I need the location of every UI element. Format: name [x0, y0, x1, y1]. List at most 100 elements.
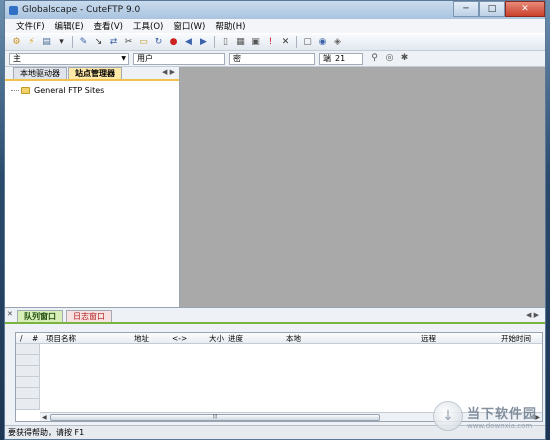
maximize-button[interactable]: □ — [479, 1, 505, 17]
select-icon[interactable]: ↘ — [93, 37, 104, 48]
port-label: 端 — [323, 54, 331, 63]
col-size[interactable]: 大小 — [202, 333, 224, 344]
scroll-thumb[interactable]: ⦙⦙⦙ — [50, 413, 380, 421]
folder-icon — [21, 87, 30, 94]
edit-icon[interactable]: ✎ — [78, 37, 89, 48]
tab-prev-icon[interactable]: ◀ — [162, 68, 167, 76]
tab-site-manager[interactable]: 站点管理器 — [68, 67, 122, 79]
new-file-icon[interactable]: ▯ — [220, 37, 231, 48]
col-number[interactable]: # — [28, 334, 42, 343]
watermark-cn: 当下软件园 — [466, 406, 537, 422]
transfer-icon[interactable]: ⇄ — [108, 37, 119, 48]
toolbar-separator — [214, 36, 215, 48]
username-field[interactable]: 用户 — [133, 52, 225, 65]
port-field[interactable]: 端 21 — [319, 52, 363, 65]
col-address[interactable]: 地址 — [130, 333, 168, 344]
status-text: 要获得帮助，请按 F1 — [8, 428, 85, 437]
queue-row-header — [16, 344, 39, 355]
remote-pane[interactable] — [180, 67, 545, 307]
disconnect-icon[interactable]: ◎ — [384, 53, 395, 64]
forward-icon[interactable]: ▶ — [198, 37, 209, 48]
menu-edit[interactable]: 编辑(E) — [50, 20, 89, 32]
col-remote[interactable]: 远程 — [417, 333, 497, 344]
rename-icon[interactable]: ▢ — [302, 37, 313, 48]
app-window: Globalscape - CuteFTP 9.0 ─ □ ✕ 文件(F) 编辑… — [4, 0, 546, 440]
window-title: Globalscape - CuteFTP 9.0 — [22, 5, 141, 15]
tab-log-window[interactable]: 日志窗口 — [66, 310, 112, 322]
scroll-left-icon[interactable]: ◀ — [42, 414, 47, 421]
tab-nav: ◀ ▶ — [162, 68, 175, 76]
tree-item-label: General FTP Sites — [34, 86, 105, 95]
quick-connect-bar: 主 ▼ 用户 密 端 21 ⚲ ◎ ✱ — [5, 51, 545, 67]
properties-icon[interactable]: ▣ — [250, 37, 261, 48]
host-field[interactable]: 主 ▼ — [9, 52, 129, 65]
main-area: 本地驱动器 站点管理器 ◀ ▶ General FTP Sites — [5, 67, 545, 307]
tree-item-general-ftp-sites[interactable]: General FTP Sites — [11, 85, 173, 96]
scissors-icon[interactable]: ✂ — [123, 37, 134, 48]
chevron-down-icon[interactable]: ▼ — [121, 55, 126, 62]
app-icon — [9, 5, 18, 15]
globe-icon[interactable]: ◉ — [317, 37, 328, 48]
queue-tab-nav: ◀ ▶ — [526, 311, 539, 319]
main-toolbar: ⚙ ⚡ ▤ ▾ ✎ ↘ ⇄ ✂ ▭ ↻ ● ◀ ▶ ▯ ▦ ▣! ✕ ▢ ◉ ◈ — [5, 33, 545, 51]
dropdown-arrow-icon[interactable]: ▾ — [56, 37, 67, 48]
tab-local-drives[interactable]: 本地驱动器 — [13, 67, 67, 79]
tab-queue-window[interactable]: 队列窗口 — [17, 310, 63, 322]
scroll-grip-icon: ⦙⦙⦙ — [212, 413, 218, 420]
col-item-name[interactable]: 项目名称 — [42, 333, 130, 344]
watermark-text: 当下软件园 www.downxia.com — [467, 403, 537, 430]
tree-connector — [11, 90, 19, 91]
window-controls: ─ □ ✕ — [453, 1, 545, 17]
title-bar[interactable]: Globalscape - CuteFTP 9.0 ─ □ ✕ — [5, 1, 545, 19]
queue-row-header — [16, 355, 39, 366]
quick-connect-icon[interactable]: ⚡ — [26, 37, 37, 48]
queue-row-header — [16, 377, 39, 388]
col-start-time[interactable]: 开始时间 — [497, 333, 541, 344]
settings-icon[interactable]: ✱ — [399, 53, 410, 64]
refresh-icon[interactable]: ↻ — [153, 37, 164, 48]
exclamation-icon[interactable]: ! — [265, 37, 276, 48]
queue-prev-icon[interactable]: ◀ — [526, 311, 531, 319]
view-icon[interactable]: ▦ — [235, 37, 246, 48]
connect-icon[interactable]: ⚲ — [369, 53, 380, 64]
watermark: ↓ 当下软件园 www.downxia.com — [432, 401, 537, 431]
menu-window[interactable]: 窗口(W) — [168, 20, 210, 32]
tab-next-icon[interactable]: ▶ — [170, 68, 175, 76]
queue-row-header — [16, 388, 39, 399]
col-slash[interactable]: / — [16, 334, 28, 343]
password-label: 密 — [233, 54, 241, 63]
delete-icon[interactable]: ✕ — [280, 37, 291, 48]
menu-help[interactable]: 帮助(H) — [210, 20, 250, 32]
left-pane: 本地驱动器 站点管理器 ◀ ▶ General FTP Sites — [5, 67, 180, 307]
back-icon[interactable]: ◀ — [183, 37, 194, 48]
toolbar-separator — [296, 36, 297, 48]
new-site-icon[interactable]: ▤ — [41, 37, 52, 48]
queue-next-icon[interactable]: ▶ — [534, 311, 539, 319]
col-direction[interactable]: <-> — [168, 334, 202, 343]
password-field[interactable]: 密 — [229, 52, 315, 65]
col-progress[interactable]: 进度 — [224, 333, 282, 344]
watermark-arrow-icon: ↓ — [442, 408, 454, 424]
username-label: 用户 — [137, 54, 153, 63]
shield-icon[interactable]: ◈ — [332, 37, 343, 48]
queue-header: / # 项目名称 地址 <-> 大小 进度 本地 远程 开始时间 — [16, 333, 542, 344]
watermark-logo-icon: ↓ — [432, 401, 463, 431]
folder-icon[interactable]: ▭ — [138, 37, 149, 48]
port-value: 21 — [335, 54, 346, 63]
col-local[interactable]: 本地 — [282, 333, 417, 344]
queue-row-header — [16, 399, 39, 410]
menu-file[interactable]: 文件(F) — [11, 20, 50, 32]
close-button[interactable]: ✕ — [505, 1, 545, 17]
host-label: 主 — [13, 54, 21, 63]
stop-icon[interactable]: ● — [168, 37, 179, 48]
connect-wizard-icon[interactable]: ⚙ — [11, 37, 22, 48]
menu-tools[interactable]: 工具(O) — [128, 20, 168, 32]
minimize-button[interactable]: ─ — [453, 1, 479, 17]
queue-row-gutter — [16, 344, 40, 410]
queue-tabs: 队列窗口 日志窗口 ◀ ▶ — [5, 308, 545, 324]
site-tree: General FTP Sites — [5, 81, 179, 307]
menu-view[interactable]: 查看(V) — [89, 20, 128, 32]
watermark-url: www.downxia.com — [466, 421, 533, 430]
menu-bar: 文件(F) 编辑(E) 查看(V) 工具(O) 窗口(W) 帮助(H) — [5, 19, 545, 33]
left-pane-tabs: 本地驱动器 站点管理器 ◀ ▶ — [5, 67, 179, 81]
